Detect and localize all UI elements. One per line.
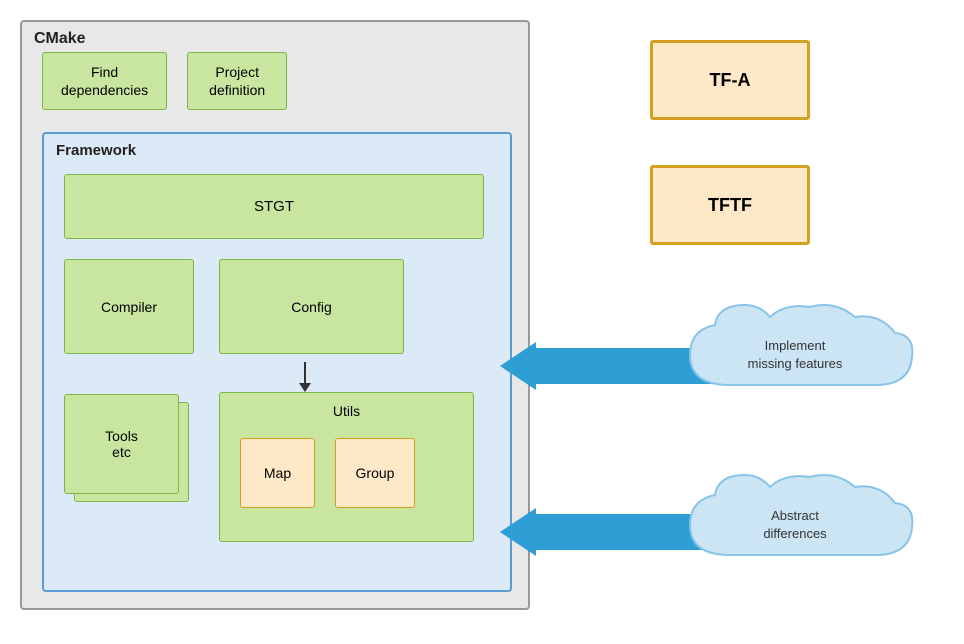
arrow-implement-head [500, 342, 536, 390]
tfa-box: TF-A [650, 40, 810, 120]
compiler-label: Compiler [101, 299, 157, 315]
compiler-box: Compiler [64, 259, 194, 354]
tftf-box: TFTF [650, 165, 810, 245]
config-utils-arrow [304, 362, 306, 384]
framework-box: Framework STGT Compiler Config Toolsetc [42, 132, 512, 592]
cloud-implement: Implementmissing features [670, 295, 920, 415]
map-label: Map [264, 465, 291, 481]
stgt-label: STGT [254, 198, 294, 215]
tools-label: Toolsetc [105, 428, 138, 460]
group-box: Group [335, 438, 415, 508]
cmake-label: CMake [34, 30, 86, 48]
framework-label: Framework [56, 142, 136, 159]
map-box: Map [240, 438, 315, 508]
utils-label: Utils [220, 403, 473, 419]
project-definition-box: Projectdefinition [187, 52, 287, 110]
utils-box: Utils Map Group [219, 392, 474, 542]
cmake-box: CMake Finddependencies Projectdefinition… [20, 20, 530, 610]
find-dependencies-box: Finddependencies [42, 52, 167, 110]
stgt-box: STGT [64, 174, 484, 239]
cloud-abstract: Abstractdifferences [670, 465, 920, 585]
tfa-label: TF-A [710, 70, 751, 91]
abstract-cloud-label: Abstractdifferences [763, 507, 826, 543]
config-label: Config [291, 299, 331, 315]
config-box: Config [219, 259, 404, 354]
group-label: Group [356, 465, 395, 481]
cmake-top-boxes: Finddependencies Projectdefinition [42, 52, 287, 110]
arrow-abstract-head [500, 508, 536, 556]
tools-box: Toolsetc [64, 394, 179, 494]
diagram: CMake Finddependencies Projectdefinition… [10, 10, 954, 634]
tftf-label: TFTF [708, 195, 752, 216]
find-dependencies-label: Finddependencies [61, 64, 148, 98]
project-definition-label: Projectdefinition [209, 64, 265, 98]
implement-cloud-label: Implementmissing features [748, 337, 843, 373]
